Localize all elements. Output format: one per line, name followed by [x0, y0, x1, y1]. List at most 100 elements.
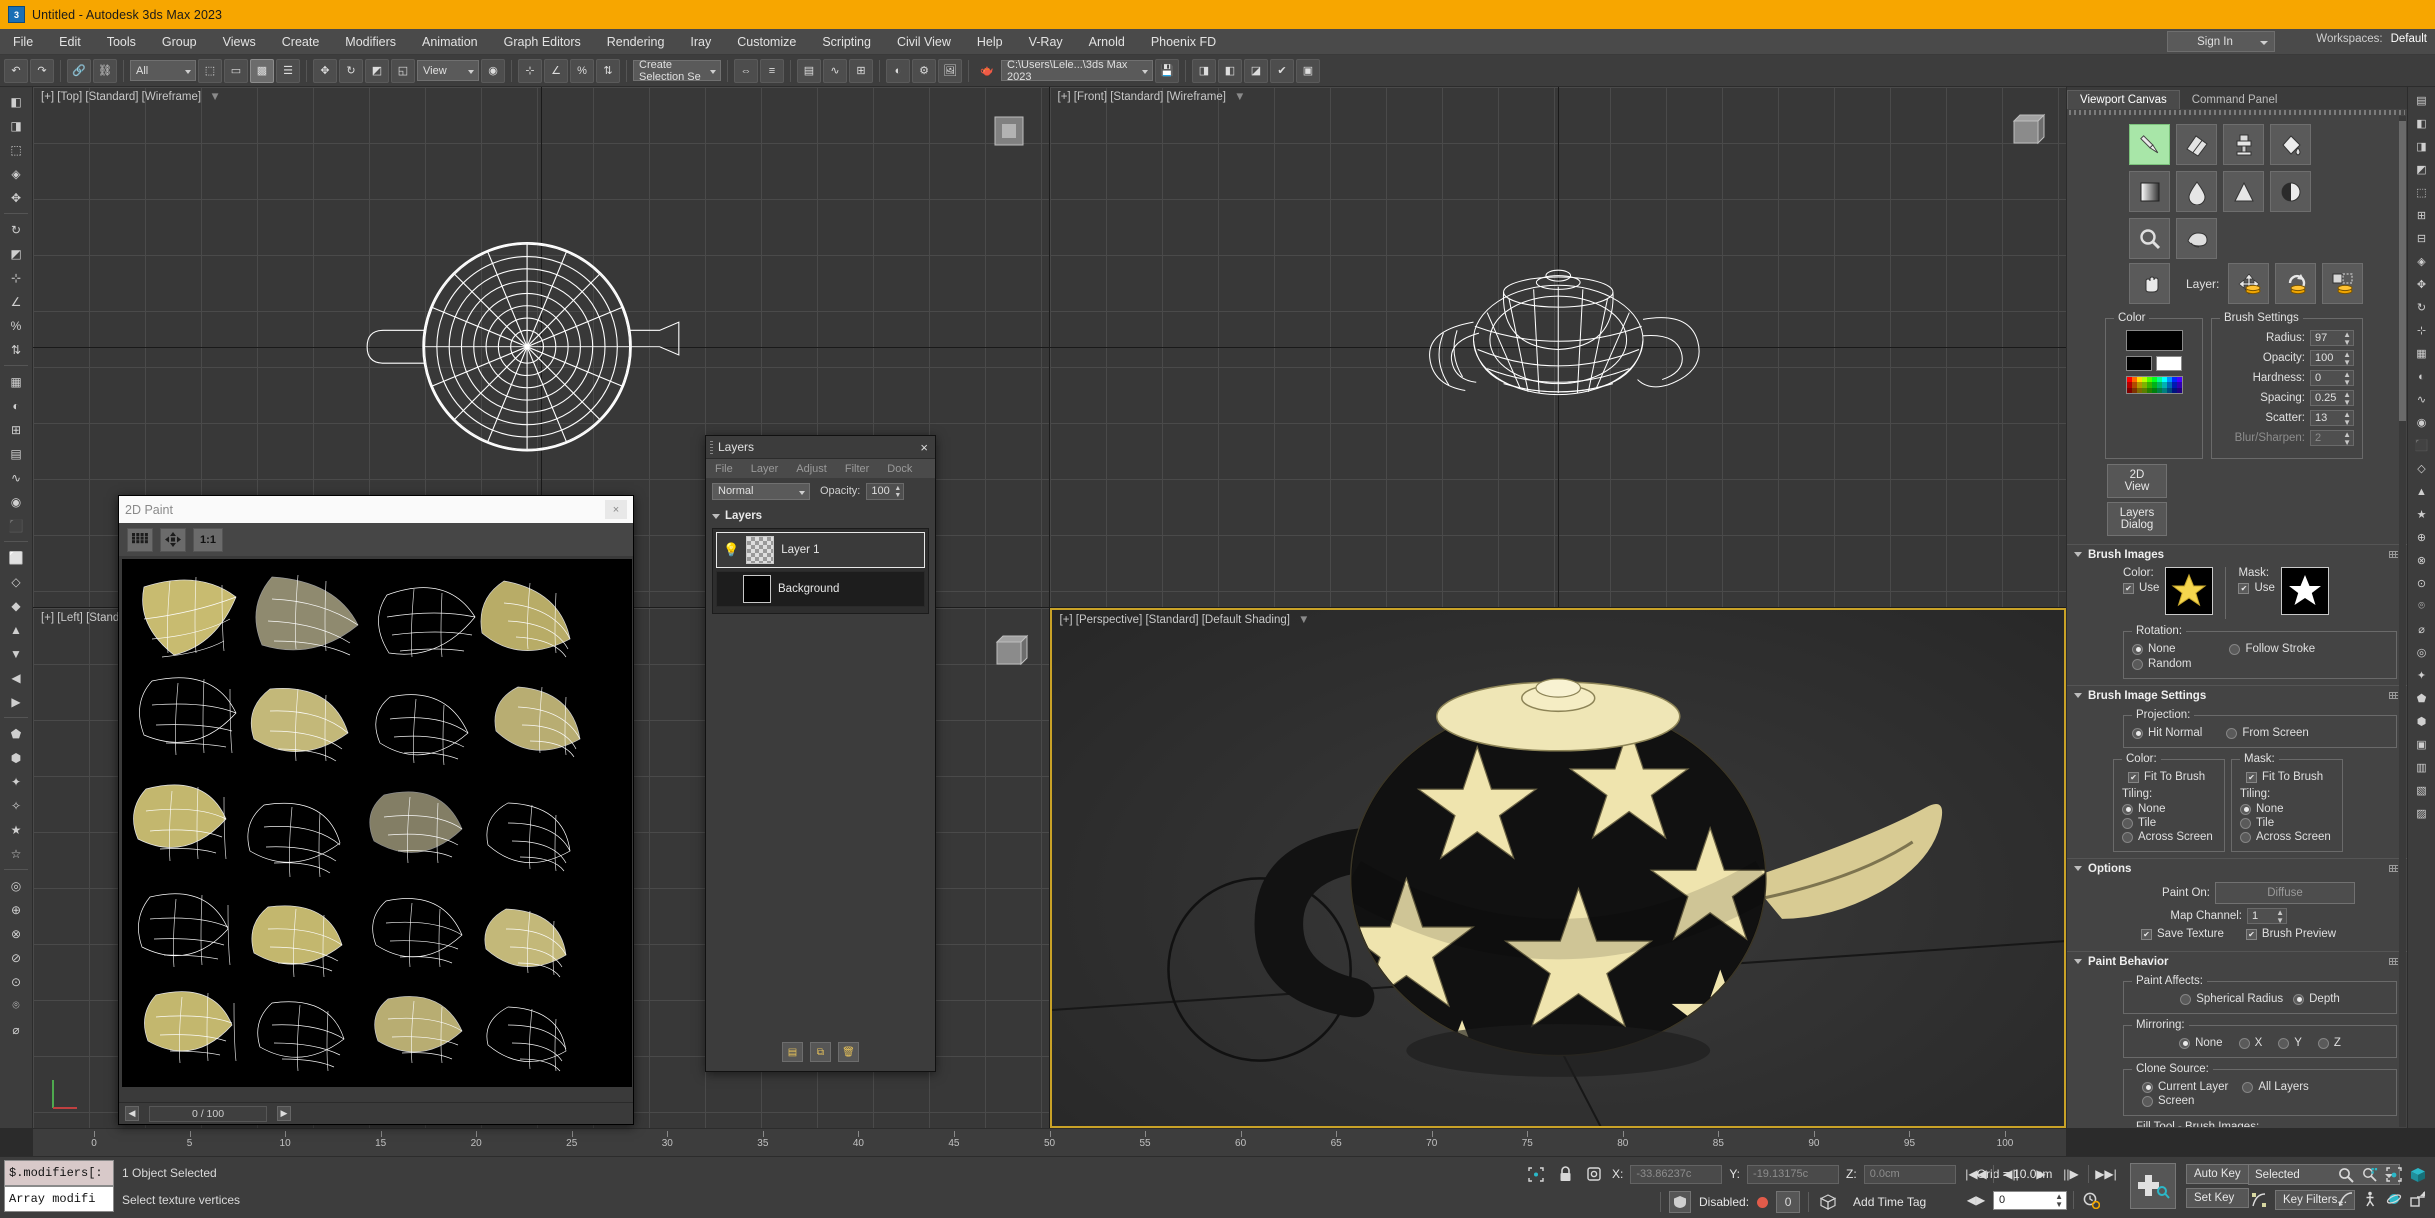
chevron-down-icon[interactable] [2074, 552, 2082, 557]
reference-coordinate-combo[interactable]: View [417, 60, 479, 81]
selection-filter-combo[interactable]: All [130, 60, 196, 81]
viewport-label-perspective[interactable]: [+] [Perspective] [Standard] [Default Sh… [1060, 614, 1310, 626]
layers-rollout-header[interactable]: Layers [712, 507, 929, 525]
layers-dialog-titlebar[interactable]: Layers × [706, 436, 935, 459]
next-frame-icon[interactable]: ||▶ [2060, 1163, 2082, 1185]
right-ribbon-tool-24[interactable]: ◎ [2411, 642, 2433, 663]
funnel-icon[interactable]: ▼ [209, 91, 220, 103]
mirroring-none-radio[interactable] [2179, 1037, 2191, 1049]
snap-toggle-icon[interactable]: ⊹ [518, 58, 542, 83]
goto-end-icon[interactable]: ▶▶| [2095, 1163, 2117, 1185]
zoom-icon[interactable] [2335, 1164, 2357, 1186]
spinner-arrows-icon[interactable]: ▲ ▼ [2343, 411, 2351, 427]
funnel-icon[interactable]: ▼ [1298, 614, 1309, 626]
undo-icon[interactable]: ↶ [4, 58, 28, 83]
foreground-color-swatch[interactable] [2126, 356, 2152, 371]
rollout-grip-icon[interactable] [2389, 865, 2398, 872]
one-to-one-icon[interactable]: 1:1 [193, 527, 223, 552]
zoom-all-icon[interactable] [2359, 1164, 2381, 1186]
left-ribbon-tool-36[interactable]: ⌾ [3, 994, 29, 1017]
menu-item-help[interactable]: Help [964, 32, 1016, 52]
left-ribbon-tool-2[interactable]: ⬚ [3, 138, 29, 161]
new-layer-icon[interactable]: ▤ [782, 1042, 803, 1062]
spinner-arrows-icon[interactable]: ▲ ▼ [2343, 431, 2351, 447]
dodge-burn-icon[interactable] [2270, 171, 2311, 212]
right-ribbon-tool-10[interactable]: ⊹ [2411, 320, 2433, 341]
link-icon[interactable]: 🔗 [67, 58, 91, 83]
rollout-grip-icon[interactable] [2389, 958, 2398, 965]
project-path-combo[interactable]: C:\Users\Lele...\3ds Max 2023 [1001, 59, 1153, 83]
rollout-grip-icon[interactable] [2389, 551, 2398, 558]
brush-spacing-spinner[interactable]: 0.25 ▲ ▼ [2310, 390, 2354, 407]
teapot-render-icon[interactable]: 🫖 [975, 59, 999, 83]
left-ribbon-tool-12[interactable]: ◐ [3, 394, 29, 417]
save-render-icon[interactable]: 💾 [1155, 58, 1179, 83]
left-ribbon-tool-0[interactable]: ◧ [3, 90, 29, 113]
right-ribbon-tool-1[interactable]: ◧ [2411, 113, 2433, 134]
gradient-icon[interactable] [2129, 171, 2170, 212]
bis-color-fit-checkbox[interactable]: ✔ [2128, 771, 2139, 783]
right-ribbon-tool-4[interactable]: ⬚ [2411, 182, 2433, 203]
menu-item-iray[interactable]: Iray [677, 32, 724, 52]
unlink-icon[interactable]: ⛓ [93, 58, 117, 83]
left-ribbon-tool-31[interactable]: ◎ [3, 874, 29, 897]
spinner-arrows-icon[interactable]: ▲ ▼ [2055, 1192, 2063, 1209]
brush-color-use-checkbox[interactable]: ✔ [2123, 582, 2134, 594]
brush-mask-image[interactable] [2280, 567, 2329, 615]
clone-current-layer-radio[interactable] [2142, 1081, 2153, 1093]
maxscript-mini-listener[interactable]: $.modifiers[: Array modifi [4, 1160, 114, 1212]
selection-lock-region-icon[interactable] [1525, 1163, 1547, 1185]
menu-item-views[interactable]: Views [210, 32, 269, 52]
left-ribbon-tool-19[interactable]: ◇ [3, 570, 29, 593]
pivot-icon[interactable]: ◉ [481, 58, 505, 83]
clone-screen-radio[interactable] [2142, 1095, 2153, 1107]
brush-radius-spinner[interactable]: 97 ▲ ▼ [2310, 330, 2354, 347]
clone-stamp-icon[interactable] [2223, 124, 2264, 165]
bis-mask-tiling-tile-radio[interactable] [2240, 817, 2251, 829]
isolate-selection-icon[interactable] [1669, 1191, 1691, 1213]
eraser-icon[interactable] [2176, 124, 2217, 165]
right-ribbon-tool-6[interactable]: ⊟ [2411, 228, 2433, 249]
current-color-swatch[interactable] [2125, 330, 2183, 351]
mirroring-x-radio[interactable] [2238, 1037, 2250, 1049]
right-ribbon-tool-23[interactable]: ⌀ [2411, 619, 2433, 640]
left-ribbon-tool-26[interactable]: ⬢ [3, 746, 29, 769]
coord-y-field[interactable]: -19.13175c [1747, 1164, 1840, 1184]
key-mode-toggle-icon[interactable]: ◀▶ [1965, 1189, 1987, 1211]
bis-color-tiling-tile-radio[interactable] [2122, 817, 2133, 829]
right-ribbon-tool-7[interactable]: ◈ [2411, 251, 2433, 272]
left-ribbon-tool-25[interactable]: ⬟ [3, 722, 29, 745]
select-region-icon[interactable]: ▭ [224, 58, 248, 83]
prev-icon[interactable]: ◀ [125, 1106, 139, 1121]
paint-brush-icon[interactable] [2129, 124, 2170, 165]
right-ribbon-tool-9[interactable]: ↻ [2411, 297, 2433, 318]
left-ribbon-tool-33[interactable]: ⊗ [3, 922, 29, 945]
blend-mode-combo[interactable]: Normal [712, 482, 810, 500]
previous-frame-icon[interactable]: ◀|| [2000, 1163, 2022, 1185]
left-ribbon-tool-32[interactable]: ⊕ [3, 898, 29, 921]
left-ribbon-tool-28[interactable]: ✧ [3, 794, 29, 817]
menu-item-create[interactable]: Create [269, 32, 333, 52]
layers-menu-layer[interactable]: Layer [742, 463, 788, 475]
right-ribbon-tool-2[interactable]: ◨ [2411, 136, 2433, 157]
layers-dialog-button[interactable]: Layers Dialog [2107, 502, 2167, 536]
paint-behavior-header[interactable]: Paint Behavior [2067, 952, 2407, 971]
bis-mask-fit-checkbox[interactable]: ✔ [2246, 771, 2257, 783]
menu-item-scripting[interactable]: Scripting [809, 32, 884, 52]
select-object-icon[interactable]: ⬚ [198, 58, 222, 83]
2d-paint-canvas[interactable] [122, 559, 632, 1087]
rotation-random-radio[interactable] [2132, 658, 2143, 670]
left-ribbon-tool-3[interactable]: ◈ [3, 162, 29, 185]
color-palette[interactable] [2125, 376, 2183, 394]
left-ribbon-tool-34[interactable]: ⊘ [3, 946, 29, 969]
zoom-extents-icon[interactable] [2383, 1164, 2405, 1186]
tab-command-panel[interactable]: Command Panel [2180, 91, 2290, 109]
left-ribbon-tool-14[interactable]: ▤ [3, 442, 29, 465]
sign-in-button[interactable]: Sign In [2167, 31, 2275, 52]
opacity-spinner[interactable]: 100 ▲ ▼ [866, 482, 905, 500]
left-ribbon-tool-6[interactable]: ◩ [3, 242, 29, 265]
snaps-cube-icon[interactable] [1817, 1191, 1839, 1213]
mirror-icon[interactable]: ⇔ [734, 58, 758, 83]
menu-item-group[interactable]: Group [149, 32, 210, 52]
next-icon[interactable]: ▶ [277, 1106, 291, 1121]
